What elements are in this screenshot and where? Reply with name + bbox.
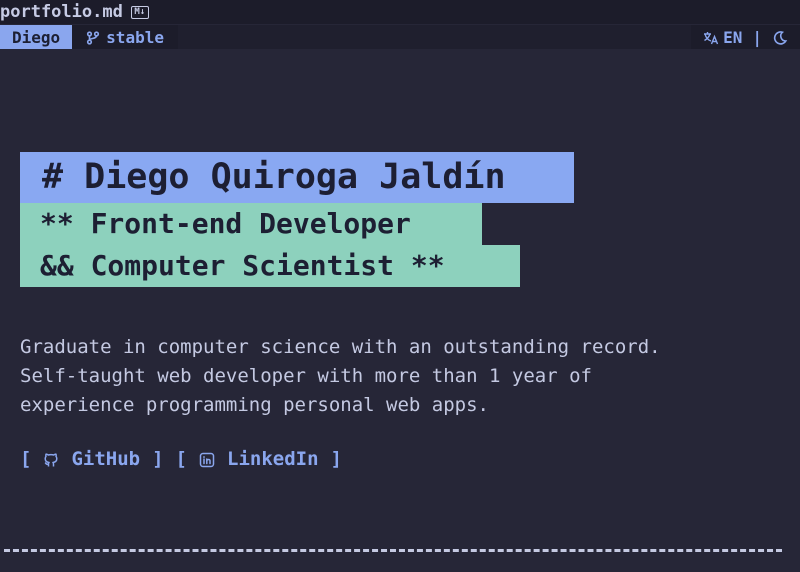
- about-line-1: Graduate in computer science with an out…: [20, 336, 661, 358]
- github-label: GitHub: [71, 448, 141, 470]
- mode-label: Diego: [12, 27, 61, 47]
- linkedin-link[interactable]: LinkedIn: [187, 448, 331, 470]
- linkedin-label: LinkedIn: [227, 448, 319, 470]
- tab-bar: portfolio.md M↓: [0, 0, 800, 24]
- about-paragraph: Graduate in computer science with an out…: [20, 333, 790, 420]
- status-bar: Diego stable EN |: [0, 25, 800, 49]
- status-separator: |: [752, 27, 762, 47]
- branch-label: stable: [106, 27, 164, 47]
- social-links: [ GitHub ] [ LinkedIn ]: [20, 448, 342, 470]
- language-label: EN: [723, 27, 743, 47]
- mode-indicator: Diego: [0, 25, 73, 49]
- language-toggle[interactable]: EN: [703, 28, 742, 47]
- github-icon: [43, 448, 59, 470]
- close-bracket-2: ]: [330, 448, 342, 470]
- open-bracket-2: [: [175, 448, 187, 470]
- about-line-2: Self-taught web developer with more than…: [20, 365, 592, 387]
- translate-icon: [703, 28, 719, 47]
- git-branch-icon: [86, 28, 100, 47]
- status-fill: [177, 25, 692, 49]
- close-bracket-1: ]: [152, 448, 164, 470]
- page-title: # Diego Quiroga Jaldín: [20, 152, 574, 203]
- linkedin-icon: [199, 448, 215, 470]
- moon-icon[interactable]: [772, 28, 788, 47]
- tab-filename: portfolio.md: [0, 2, 123, 22]
- markdown-icon: M↓: [130, 5, 149, 19]
- subtitle-line-1: ** Front-end Developer: [20, 203, 482, 245]
- about-line-3: experience programming personal web apps…: [20, 394, 489, 416]
- tab-portfolio[interactable]: portfolio.md M↓: [0, 0, 159, 24]
- status-right: EN |: [691, 25, 800, 49]
- subtitle-line-2: && Computer Scientist **: [20, 245, 520, 287]
- github-link[interactable]: GitHub: [31, 448, 152, 470]
- open-bracket: [: [20, 448, 32, 470]
- branch-indicator[interactable]: stable: [72, 25, 178, 49]
- section-divider: [4, 549, 782, 552]
